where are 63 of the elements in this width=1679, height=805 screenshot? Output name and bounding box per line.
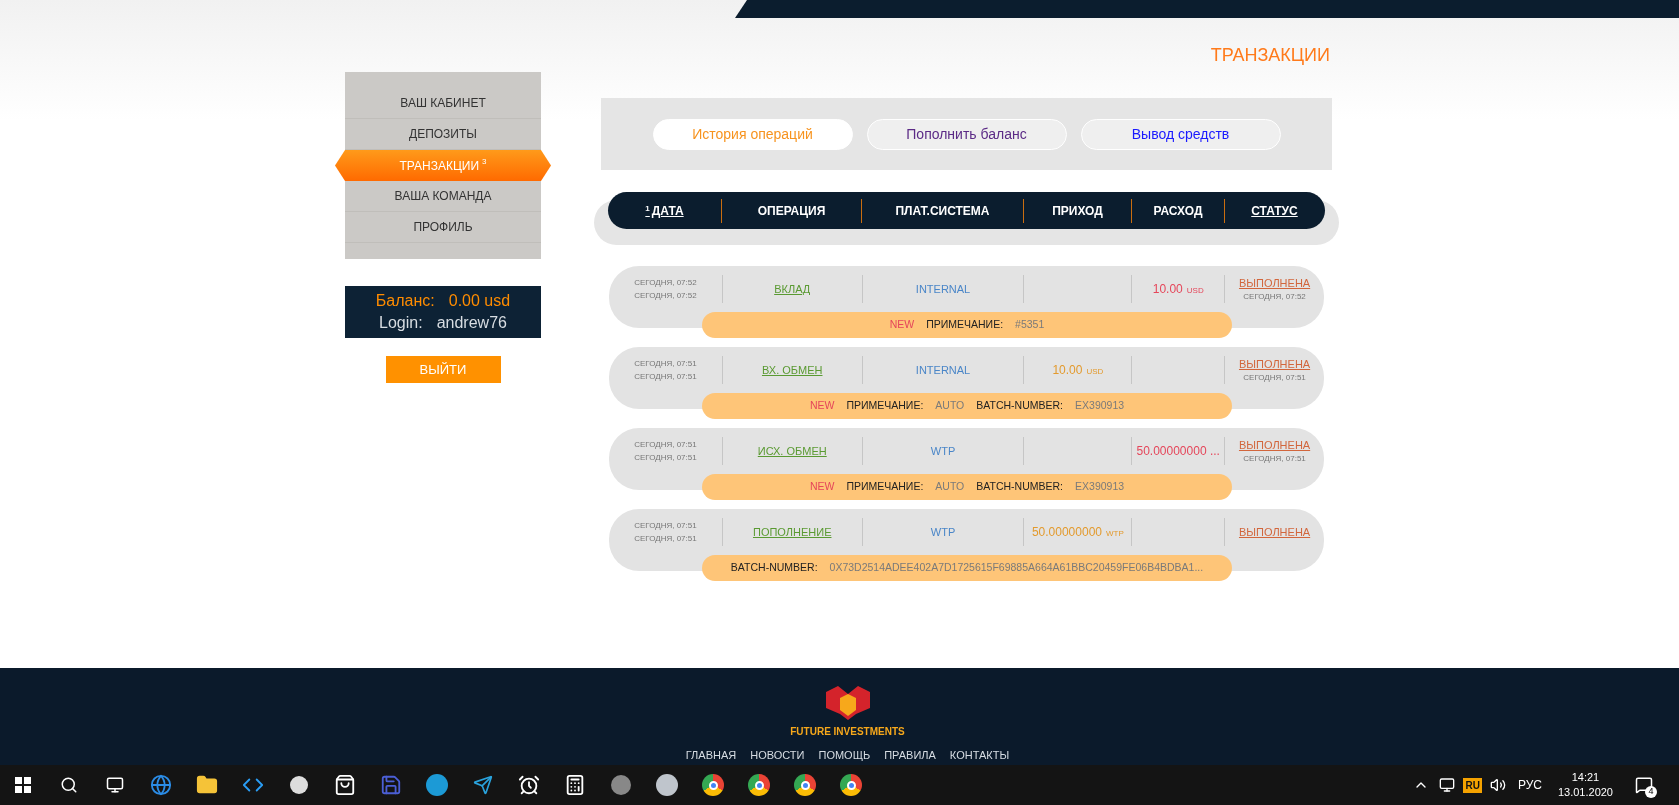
cube-logo-icon	[825, 686, 870, 720]
clock[interactable]: 14:21 13.01.2020	[1557, 770, 1613, 800]
volume-icon[interactable]	[1489, 777, 1506, 793]
note-text: 0X73D2514ADEE402A7D1725615F69885A664A61BBC20459FE06B4BDBA1...	[829, 560, 1204, 576]
note-text: ПРИМЕЧАНИЕ:	[846, 398, 924, 414]
note-text: EX390913	[1075, 479, 1125, 495]
balance-label: Баланс:	[375, 291, 435, 311]
column-header[interactable]: СТАТУС	[1251, 201, 1298, 220]
login-value: andrew76	[436, 313, 507, 333]
column-header[interactable]: ПЛАТ.СИСТЕМА	[895, 201, 990, 220]
amount-text: 50.00000000 WTP	[1031, 524, 1124, 541]
payment-system: INTERNAL	[915, 281, 971, 297]
footer-link[interactable]: КОНТАКТЫ	[949, 747, 1010, 764]
tab[interactable]: Пополнить баланс	[866, 118, 1067, 150]
note-text: NEW	[889, 317, 915, 333]
column-header[interactable]: РАСХОД	[1153, 201, 1203, 220]
payment-system: WTP	[930, 524, 956, 540]
status-time: СЕГОДНЯ, 07:51	[1243, 372, 1306, 385]
column-header[interactable]: $^{1}$ ДАТА	[645, 201, 684, 220]
note-text: BATCH-NUMBER:	[730, 560, 818, 576]
note-text: AUTO	[935, 479, 965, 495]
date-text: СЕГОДНЯ, 07:51	[634, 533, 697, 545]
balance-value: 0.00 usd	[448, 291, 511, 311]
page-title: ТРАНЗАКЦИИ	[1210, 44, 1330, 67]
date-text: СЕГОДНЯ, 07:51	[634, 520, 697, 532]
date-text: СЕГОДНЯ, 07:52	[634, 290, 697, 302]
brand-name: FUTURE INVESTMENTS	[790, 725, 905, 739]
payment-system: INTERNAL	[915, 362, 971, 378]
note-text: BATCH-NUMBER:	[976, 479, 1064, 495]
column-header[interactable]: ОПЕРАЦИЯ	[757, 201, 826, 220]
footer-link[interactable]: ГЛАВНАЯ	[685, 747, 737, 764]
network-icon[interactable]	[1439, 777, 1456, 793]
note-text: AUTO	[935, 398, 965, 414]
date-text: СЕГОДНЯ, 07:51	[634, 439, 697, 451]
menu-item[interactable]: ВАША КОМАНДА	[345, 181, 541, 212]
note-text: ПРИМЕЧАНИЕ:	[926, 317, 1004, 333]
note-text: ПРИМЕЧАНИЕ:	[846, 479, 924, 495]
menu-item[interactable]: ПРОФИЛЬ	[345, 212, 541, 243]
menu-item[interactable]: ВАШ КАБИНЕТ	[345, 88, 541, 119]
notification-center-button[interactable]: 4	[1631, 772, 1657, 798]
date-text: СЕГОДНЯ, 07:51	[634, 371, 697, 383]
amount-text: 50.00000000 ...	[1136, 443, 1220, 460]
date-text: СЕГОДНЯ, 07:52	[634, 277, 697, 289]
note-text: #5351	[1015, 317, 1045, 333]
tab[interactable]: Вывод средств	[1080, 118, 1281, 150]
language-badge[interactable]: RU	[1463, 777, 1482, 793]
column-header[interactable]: ПРИХОД	[1052, 201, 1103, 220]
input-language[interactable]: РУС	[1517, 776, 1542, 794]
status-time: СЕГОДНЯ, 07:51	[1243, 453, 1306, 466]
note-text: NEW	[809, 479, 835, 495]
note-text: BATCH-NUMBER:	[976, 398, 1064, 414]
payment-system: WTP	[930, 443, 956, 459]
login-label: Login:	[379, 313, 423, 333]
note-text: EX390913	[1075, 398, 1125, 414]
footer-link[interactable]: ПОМОЩЬ	[818, 747, 871, 764]
note-text: NEW	[809, 398, 835, 414]
amount-text: 10.00 USD	[1052, 362, 1104, 379]
date-text: СЕГОДНЯ, 07:51	[634, 358, 697, 370]
footer-link[interactable]: ПРАВИЛА	[884, 747, 936, 764]
amount-text: 10.00 USD	[1152, 281, 1204, 298]
footer-link[interactable]: НОВОСТИ	[750, 747, 805, 764]
status-time: СЕГОДНЯ, 07:52	[1243, 291, 1306, 304]
date-text: СЕГОДНЯ, 07:51	[634, 452, 697, 464]
